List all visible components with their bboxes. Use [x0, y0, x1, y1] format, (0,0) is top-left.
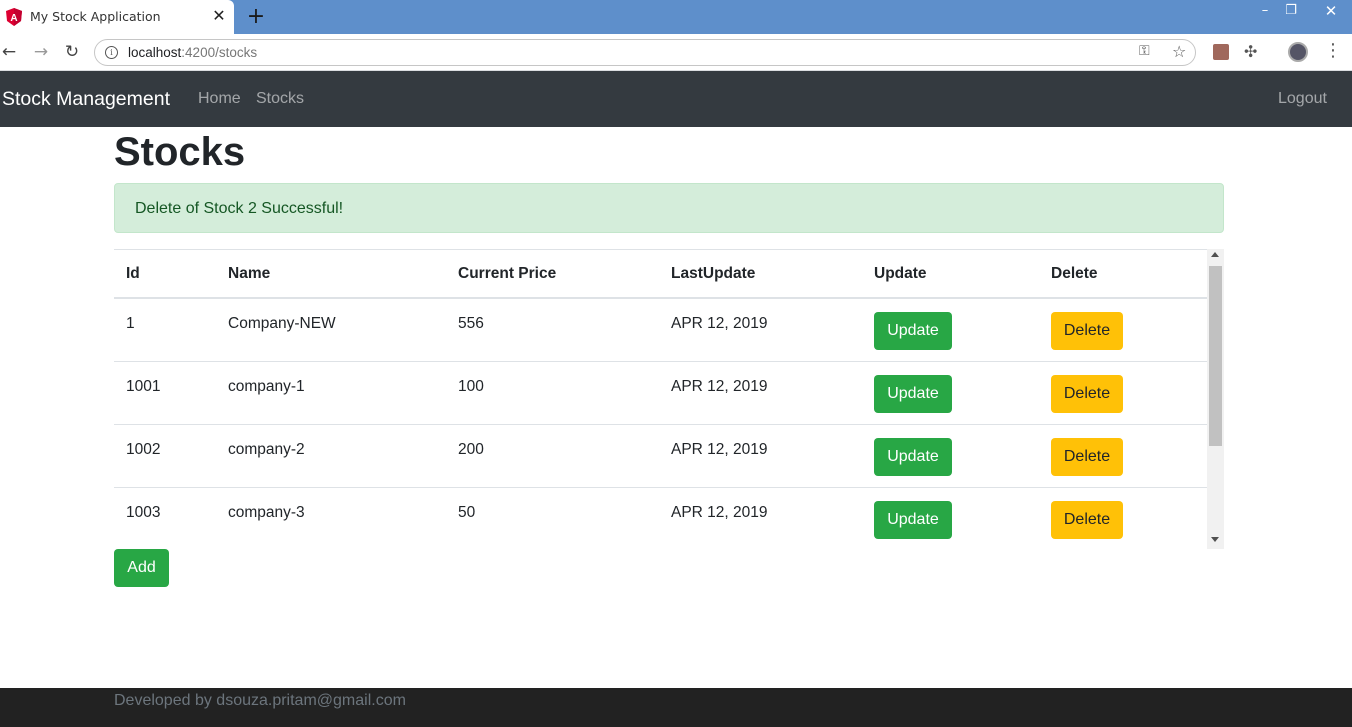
- cell-price: 556: [458, 315, 484, 332]
- url-host: localhost: [128, 45, 182, 60]
- cell-id: 1: [126, 315, 135, 332]
- cell-id: 1002: [126, 441, 161, 458]
- url-path: :4200/stocks: [181, 45, 258, 60]
- delete-button[interactable]: Delete: [1051, 375, 1123, 413]
- cell-name: company-2: [228, 441, 305, 458]
- angular-icon: A: [6, 8, 22, 26]
- nav-home-link[interactable]: Home: [198, 90, 241, 108]
- tab-title: My Stock Application: [30, 9, 161, 24]
- update-button[interactable]: Update: [874, 438, 952, 476]
- app-navbar: Stock Management Home Stocks Logout: [0, 71, 1352, 127]
- table-row: 1003 company-3 50 APR 12, 2019 Update De…: [114, 488, 1207, 549]
- close-tab-icon[interactable]: ✕: [210, 6, 228, 26]
- delete-button[interactable]: Delete: [1051, 312, 1123, 350]
- footer-text: Developed by dsouza.pritam@gmail.com: [114, 692, 406, 709]
- header-update: Update: [874, 265, 927, 282]
- navbar-brand[interactable]: Stock Management: [2, 88, 170, 111]
- cell-name: company-1: [228, 378, 305, 395]
- window-close-icon[interactable]: ✕: [1310, 0, 1352, 22]
- cell-id: 1001: [126, 378, 161, 395]
- profile-avatar[interactable]: [1288, 42, 1308, 62]
- page-footer: Developed by dsouza.pritam@gmail.com: [0, 688, 1352, 727]
- cell-id: 1003: [126, 504, 161, 521]
- header-current-price: Current Price: [458, 265, 557, 282]
- restore-icon[interactable]: ❐: [1276, 0, 1306, 22]
- table-row: 1001 company-1 100 APR 12, 2019 Update D…: [114, 362, 1207, 425]
- cell-last-update: APR 12, 2019: [671, 378, 768, 395]
- table-header: Id Name Current Price LastUpdate Update …: [114, 249, 1207, 299]
- update-button[interactable]: Update: [874, 375, 952, 413]
- header-last-update: LastUpdate: [671, 265, 756, 282]
- delete-button[interactable]: Delete: [1051, 501, 1123, 539]
- cell-last-update: APR 12, 2019: [671, 441, 768, 458]
- scroll-down-arrow-icon[interactable]: [1211, 537, 1219, 542]
- header-delete: Delete: [1051, 265, 1098, 282]
- forward-icon[interactable]: →: [30, 40, 52, 64]
- browser-tabstrip: A My Stock Application ✕ + – ❐ ✕: [0, 0, 1352, 34]
- address-bar[interactable]: i localhost:4200/stocks ⚿ ☆: [94, 39, 1196, 66]
- reload-icon[interactable]: ↻: [61, 40, 83, 64]
- extensions-puzzle-icon[interactable]: ✣: [1244, 42, 1257, 61]
- browser-tab[interactable]: A My Stock Application ✕: [0, 0, 234, 34]
- url-text[interactable]: localhost:4200/stocks: [128, 45, 257, 60]
- info-icon[interactable]: i: [105, 46, 118, 59]
- update-button[interactable]: Update: [874, 312, 952, 350]
- scroll-up-arrow-icon[interactable]: [1211, 252, 1219, 257]
- cell-price: 200: [458, 441, 484, 458]
- cell-name: company-3: [228, 504, 305, 521]
- svg-text:A: A: [10, 13, 17, 24]
- success-alert: Delete of Stock 2 Successful!: [114, 183, 1224, 233]
- key-icon[interactable]: ⚿: [1139, 43, 1150, 59]
- nav-stocks-link[interactable]: Stocks: [256, 90, 304, 108]
- cell-name: Company-NEW: [228, 315, 336, 332]
- update-button[interactable]: Update: [874, 501, 952, 539]
- add-button[interactable]: Add: [114, 549, 169, 587]
- stocks-table: Id Name Current Price LastUpdate Update …: [114, 249, 1224, 549]
- header-name: Name: [228, 265, 271, 282]
- cell-last-update: APR 12, 2019: [671, 315, 768, 332]
- cell-last-update: APR 12, 2019: [671, 504, 768, 521]
- table-row: 1002 company-2 200 APR 12, 2019 Update D…: [114, 425, 1207, 488]
- browser-toolbar: ← → ↻ i localhost:4200/stocks ⚿ ☆: [0, 34, 1352, 71]
- page-title: Stocks: [114, 130, 246, 174]
- bookmark-star-icon[interactable]: ☆: [1172, 42, 1186, 61]
- cell-price: 50: [458, 504, 476, 521]
- browser-menu-icon[interactable]: ⋮: [1324, 40, 1342, 61]
- table-row: 1 Company-NEW 556 APR 12, 2019 Update De…: [114, 299, 1207, 362]
- scroll-thumb[interactable]: [1209, 266, 1222, 446]
- cell-price: 100: [458, 378, 484, 395]
- back-icon[interactable]: ←: [0, 40, 20, 64]
- pdf-extension-icon[interactable]: [1213, 44, 1229, 60]
- header-id: Id: [126, 265, 140, 282]
- nav-logout-link[interactable]: Logout: [1278, 90, 1327, 108]
- new-tab-icon[interactable]: +: [246, 5, 266, 29]
- table-scrollbar[interactable]: [1207, 249, 1224, 549]
- delete-button[interactable]: Delete: [1051, 438, 1123, 476]
